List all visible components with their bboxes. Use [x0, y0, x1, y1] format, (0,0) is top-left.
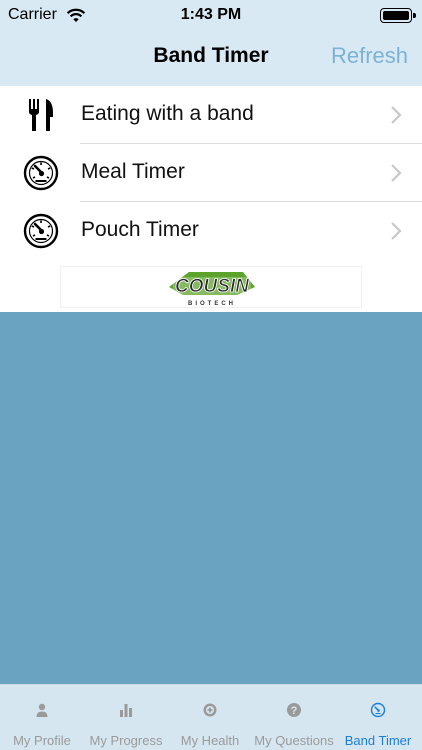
menu-item-label: Meal Timer — [81, 160, 185, 183]
chevron-right-icon — [391, 164, 402, 182]
tab-my-progress[interactable]: My Progress — [84, 685, 168, 750]
timer-menu: Eating with a band Meal Timer Pouch Time… — [0, 86, 422, 312]
timer-dial-icon — [370, 702, 386, 718]
tab-bar: My Profile My Progress My Health ? My Qu… — [0, 684, 422, 750]
svg-text:BIOTECH: BIOTECH — [188, 301, 236, 307]
tab-label: Band Timer — [344, 733, 412, 748]
bar-chart-icon — [120, 704, 132, 717]
chevron-right-icon — [391, 106, 402, 124]
tab-label: My Progress — [89, 733, 163, 748]
clock-label: 1:43 PM — [180, 6, 242, 23]
menu-item-pouch-timer[interactable]: Pouch Timer — [0, 202, 422, 260]
battery-icon — [380, 8, 416, 23]
tab-label: My Profile — [13, 733, 71, 748]
cousin-biotech-logo: COUSIN BIOTECH — [169, 272, 255, 307]
cousin-biotech-banner[interactable]: COUSIN BIOTECH — [60, 266, 362, 308]
menu-item-eating-with-band[interactable]: Eating with a band — [0, 86, 422, 144]
tab-my-health[interactable]: My Health — [168, 685, 252, 750]
timer-dial-icon — [23, 213, 59, 249]
question-icon: ? — [287, 703, 301, 717]
health-plus-icon — [203, 703, 217, 717]
tab-my-profile[interactable]: My Profile — [0, 685, 84, 750]
svg-text:?: ? — [291, 705, 298, 717]
status-bar: Carrier 1:43 PM — [0, 0, 422, 30]
menu-item-label: Eating with a band — [81, 102, 254, 125]
tab-band-timer[interactable]: Band Timer — [336, 685, 420, 750]
person-icon — [36, 703, 48, 717]
menu-item-meal-timer[interactable]: Meal Timer — [0, 144, 422, 202]
menu-item-label: Pouch Timer — [81, 218, 199, 241]
refresh-button[interactable]: Refresh — [331, 43, 408, 69]
timer-dial-icon — [23, 155, 59, 191]
tab-label: My Questions — [254, 733, 334, 748]
fork-knife-icon — [29, 99, 53, 131]
chevron-right-icon — [391, 222, 402, 240]
tab-my-questions[interactable]: ? My Questions — [252, 685, 336, 750]
svg-text:COUSIN: COUSIN — [175, 276, 250, 297]
navigation-bar: Carrier 1:43 PM Band Timer Refresh — [0, 0, 422, 86]
tab-label: My Health — [180, 733, 240, 748]
